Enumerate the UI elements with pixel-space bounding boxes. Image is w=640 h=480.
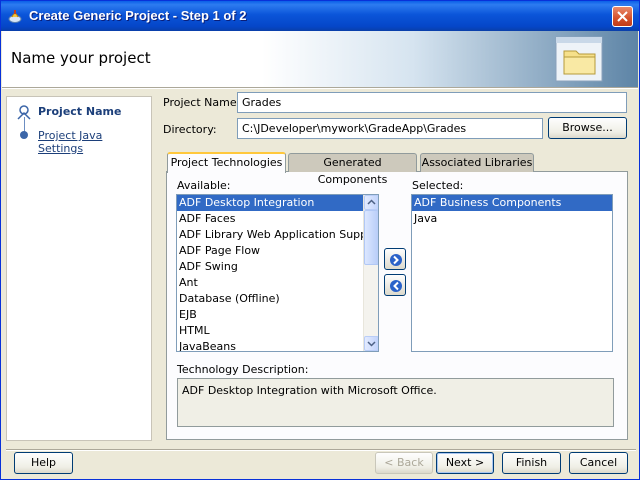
help-button[interactable]: Help xyxy=(14,452,73,474)
move-left-button[interactable] xyxy=(384,274,406,296)
list-item[interactable]: HTML xyxy=(177,323,378,339)
arrow-left-icon xyxy=(390,280,402,292)
directory-field[interactable]: C:\JDeveloper\mywork\GradeApp\Grades xyxy=(237,118,543,139)
page-title: Name your project xyxy=(11,49,151,67)
title-bar[interactable]: Create Generic Project - Step 1 of 2 xyxy=(1,1,639,31)
available-list[interactable]: ADF Desktop Integration ADF Faces ADF Li… xyxy=(176,194,379,352)
header-divider xyxy=(2,87,638,89)
selected-label: Selected: xyxy=(412,179,464,192)
arrow-right-icon xyxy=(390,254,402,266)
app-icon xyxy=(8,10,22,23)
scroll-down-button[interactable] xyxy=(364,336,378,351)
step-label: Project Name xyxy=(38,105,122,118)
tab-project-technologies[interactable]: Project Technologies xyxy=(167,152,286,173)
project-name-field[interactable]: Grades xyxy=(237,92,627,113)
next-button[interactable]: Next > xyxy=(436,452,494,474)
finish-button[interactable]: Finish xyxy=(502,452,561,474)
list-item[interactable]: ADF Library Web Application Support xyxy=(177,227,378,243)
description-label: Technology Description: xyxy=(177,363,309,376)
window-title: Create Generic Project - Step 1 of 2 xyxy=(29,8,247,23)
list-item[interactable]: ADF Page Flow xyxy=(177,243,378,259)
list-item[interactable]: ADF Desktop Integration xyxy=(177,195,363,211)
dialog-window: Create Generic Project - Step 1 of 2 Nam… xyxy=(0,0,640,480)
chevron-up-icon xyxy=(367,199,376,205)
selected-list[interactable]: ADF Business Components Java xyxy=(411,194,613,352)
steps-panel: Project Name Project Java Settings xyxy=(6,96,152,441)
step-project-java-settings[interactable]: Project Java Settings xyxy=(13,128,149,155)
project-name-label: Project Name: xyxy=(163,96,241,109)
list-item[interactable]: ADF Faces xyxy=(177,211,378,227)
tab-generated-components[interactable]: Generated Components xyxy=(288,153,417,186)
scroll-up-button[interactable] xyxy=(364,195,378,210)
footer-divider xyxy=(6,449,636,451)
step-dot-icon xyxy=(20,131,28,139)
step-link: Project Java Settings xyxy=(38,129,103,155)
list-item[interactable]: Ant xyxy=(177,275,378,291)
list-item[interactable]: ADF Swing xyxy=(177,259,378,275)
list-item[interactable]: Database (Offline) xyxy=(177,291,378,307)
close-button[interactable] xyxy=(612,6,633,27)
current-step-icon xyxy=(17,105,31,120)
close-icon xyxy=(617,11,628,22)
browse-button[interactable]: Browse... xyxy=(548,117,627,139)
step-project-name[interactable]: Project Name xyxy=(13,104,149,122)
vertical-scrollbar[interactable] xyxy=(363,195,378,351)
list-item[interactable]: EJB xyxy=(177,307,378,323)
available-label: Available: xyxy=(177,179,231,192)
tab-associated-libraries[interactable]: Associated Libraries xyxy=(420,153,534,172)
list-item[interactable]: JavaBeans xyxy=(177,339,378,351)
scroll-thumb[interactable] xyxy=(364,210,378,265)
description-box: ADF Desktop Integration with Microsoft O… xyxy=(177,378,614,427)
wizard-header: Name your project xyxy=(2,31,638,87)
list-item[interactable]: ADF Business Components xyxy=(412,195,612,211)
list-item[interactable]: Java xyxy=(412,211,612,227)
cancel-button[interactable]: Cancel xyxy=(569,452,628,474)
directory-label: Directory: xyxy=(163,123,217,136)
back-button[interactable]: < Back xyxy=(375,452,433,474)
move-right-button[interactable] xyxy=(384,248,406,270)
chevron-down-icon xyxy=(367,341,376,347)
folder-icon xyxy=(555,36,603,82)
